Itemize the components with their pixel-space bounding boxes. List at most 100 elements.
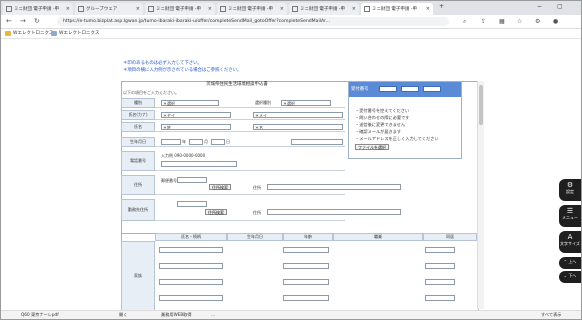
scrollbar-thumb[interactable] <box>479 85 483 125</box>
family-birth-select[interactable] <box>283 295 329 301</box>
grid-row-label: 家族 <box>121 241 155 311</box>
zoom-icon[interactable]: ⌕ <box>463 18 466 26</box>
download-item[interactable]: Q60 東京ナーレpdf <box>21 312 59 318</box>
address-search-button[interactable]: 住所検索 <box>209 184 231 190</box>
more-icon[interactable]: … <box>211 312 215 317</box>
browser-tab[interactable]: グループウェア × <box>75 3 143 15</box>
browser-tab[interactable]: ミニ財団 電子申請 -申 × <box>217 3 287 15</box>
family-name-input[interactable] <box>159 279 223 285</box>
family-name-input[interactable] <box>159 247 223 253</box>
field-label-work-address: 勤務先住所 <box>121 199 155 221</box>
folder-icon <box>51 30 57 36</box>
tab-title: ミニ財団 電子申請 -申 <box>156 7 201 12</box>
menu-icon: ☰ <box>566 207 574 215</box>
apps-icon[interactable]: ▦ <box>499 18 505 25</box>
family-cohabit-select[interactable] <box>425 279 455 285</box>
page-icon <box>78 6 84 12</box>
page-icon <box>148 6 154 12</box>
side-widget-menu[interactable]: ☰ メニュー <box>559 205 581 227</box>
star-icon[interactable]: ☆ <box>517 18 522 25</box>
close-tab-icon[interactable]: × <box>426 6 430 12</box>
browser-tab[interactable]: ミニ財団 電子申請 -申 × <box>145 3 215 15</box>
family-birth-select[interactable] <box>283 279 329 285</box>
family-name-input[interactable] <box>159 295 223 301</box>
side-widget-up[interactable]: ⌃ 上へ <box>559 257 581 269</box>
family-cohabit-select[interactable] <box>425 263 455 269</box>
browser-tab-active[interactable]: ミニ財団 電子申請 -申 × <box>361 3 433 15</box>
grid-header: 氏名・続柄 <box>155 233 227 241</box>
birth-day-select[interactable] <box>211 139 225 145</box>
family-cohabit-select[interactable] <box>425 247 455 253</box>
family-birth-select[interactable] <box>283 263 329 269</box>
browser-tab[interactable]: ミニ財団 電子申請 -申 × <box>3 3 73 15</box>
download-item[interactable]: 業務用WEB取得 <box>161 312 192 318</box>
maximize-icon[interactable]: ▢ <box>557 3 563 10</box>
side-widget-settings[interactable]: ⚙ 設定 <box>559 179 581 201</box>
form-title: 茨城県住民生活環境相談申込書 <box>206 82 268 87</box>
grid-header: 年齢 <box>283 233 333 241</box>
form-subtitle: 以下の項目をご入力ください。 <box>123 90 179 95</box>
settings-icon[interactable]: ⚙ <box>535 18 540 25</box>
browser-tab[interactable]: ミニ財団 電子申請 -申 × <box>289 3 359 15</box>
work-address-search-button[interactable]: 住所検索 <box>205 209 227 215</box>
reload-icon[interactable]: ↻ <box>34 17 40 25</box>
birth-month-select[interactable] <box>189 139 203 145</box>
share-icon[interactable]: ⇪ <box>481 18 486 25</box>
side-widget-label: メニュー <box>562 215 578 220</box>
phone-input[interactable] <box>161 161 237 167</box>
close-tab-icon[interactable]: × <box>352 6 356 12</box>
url-input[interactable]: https://e-tumo.bizplat.asp.lgwan.jp/tumo… <box>57 17 449 26</box>
profile-icon[interactable]: ● <box>553 18 558 25</box>
close-tab-icon[interactable]: × <box>66 6 70 12</box>
side-widget-font-size[interactable]: A 文字サイズ <box>559 231 581 253</box>
name-sei-input[interactable]: ＊姓 <box>161 124 231 130</box>
bookmark-item[interactable]: Wエレクトロニクス <box>5 30 53 36</box>
new-tab-button[interactable]: + <box>439 3 444 10</box>
grid-header: 同居 <box>423 233 477 241</box>
kana-mei-input[interactable]: ＊メイ <box>253 112 343 118</box>
close-tab-icon[interactable]: × <box>208 6 212 12</box>
close-tab-icon[interactable]: × <box>280 6 284 12</box>
kana-sei-input[interactable]: ＊セイ <box>161 112 231 118</box>
family-cohabit-select[interactable] <box>425 295 455 301</box>
phone-hint: 入力例 090-0000-0000 <box>161 153 206 158</box>
month-label: 月 <box>204 139 208 144</box>
tab-title: グループウェア <box>86 7 118 12</box>
forward-icon[interactable]: → <box>20 17 26 25</box>
address-bar-row: ← → ↻ https://e-tumo.bizplat.asp.lgwan.j… <box>1 15 581 29</box>
field-label-subtype: 選択種別 <box>255 100 271 105</box>
bookmark-item[interactable]: Wエレクトロニクス <box>51 30 99 36</box>
chevron-up-icon: ⌃ <box>563 259 568 264</box>
font-size-icon: A <box>567 233 573 241</box>
grid-header: 職業 <box>333 233 423 241</box>
panel-line: ・メールアドレスを正しく入力してください <box>355 136 439 141</box>
birth-era-select[interactable] <box>161 139 181 145</box>
minimize-icon[interactable]: − <box>537 3 542 10</box>
type-select[interactable]: ＊選択 <box>161 100 219 106</box>
work-address-input[interactable] <box>267 209 401 215</box>
subtype-select[interactable]: ＊選択 <box>281 100 331 106</box>
family-name-input[interactable] <box>159 263 223 269</box>
zip-label: 郵便番号 <box>161 178 177 183</box>
address-input[interactable] <box>267 184 401 190</box>
name-mei-input[interactable]: ＊名 <box>253 124 343 130</box>
download-item[interactable]: 開く <box>119 312 127 318</box>
family-birth-select[interactable] <box>283 247 329 253</box>
back-icon[interactable]: ← <box>6 17 12 25</box>
side-widget-down[interactable]: ⌄ 下へ <box>559 271 581 283</box>
form-scrollbar[interactable] <box>477 81 484 309</box>
work-zip-input[interactable] <box>177 201 207 207</box>
panel-line: ・送信後に変更できません <box>355 122 406 127</box>
field-label-birthday: 生年月日 <box>121 137 155 147</box>
bookmarks-bar: Wエレクトロニクス Wエレクトロニクス <box>1 29 581 39</box>
zip-input[interactable] <box>177 177 207 183</box>
grid-header: 生年月日 <box>227 233 283 241</box>
close-tab-icon[interactable]: × <box>136 6 140 12</box>
page-icon <box>364 6 370 12</box>
side-widget-label: 文字サイズ <box>560 241 580 246</box>
age-input[interactable] <box>291 139 343 145</box>
file-select-button[interactable]: ファイルを選択 <box>355 144 389 150</box>
page-icon <box>220 6 226 12</box>
show-all-link[interactable]: すべて表示 <box>541 312 561 318</box>
tab-title: ミニ財団 電子申請 -申 <box>14 7 59 12</box>
